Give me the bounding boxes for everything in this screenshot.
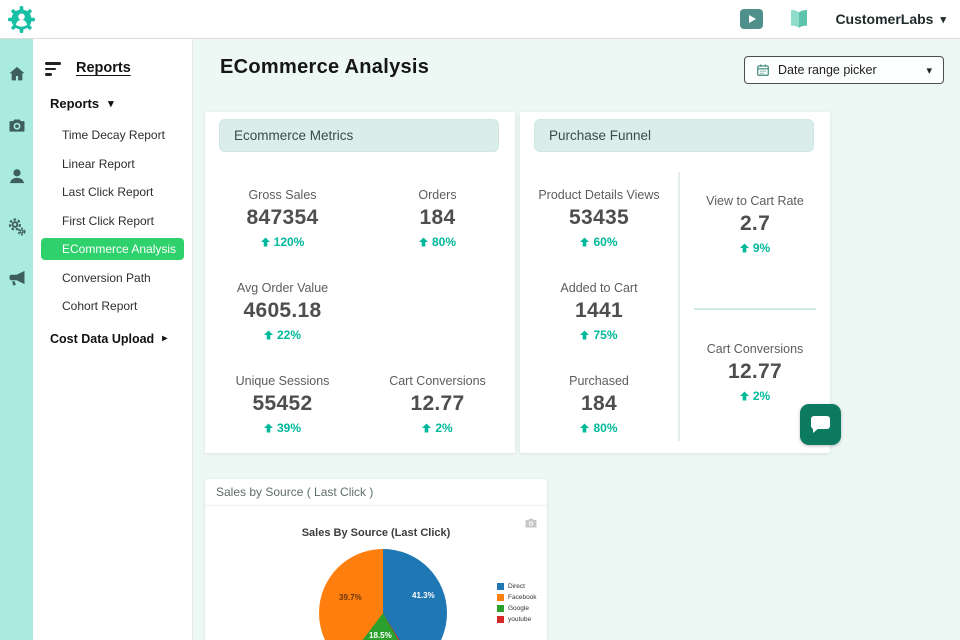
- topbar: CustomerLabs ▾: [0, 0, 960, 39]
- date-range-picker[interactable]: Date range picker ▾: [744, 56, 944, 84]
- sidebar-item-first-click-report[interactable]: First Click Report: [33, 210, 192, 232]
- legend-swatch: [497, 616, 504, 623]
- sales-by-source-card: Sales by Source ( Last Click ) Sales By …: [205, 479, 547, 640]
- sidebar-item-time-decay-report[interactable]: Time Decay Report: [33, 124, 192, 146]
- legend-swatch: [497, 583, 504, 590]
- legend-item-direct[interactable]: Direct: [497, 583, 537, 590]
- up-arrow-icon: [580, 330, 590, 340]
- sidebar-item-cohort-report[interactable]: Cohort Report: [33, 295, 192, 317]
- campaigns-megaphone-icon[interactable]: [6, 267, 27, 288]
- camera-icon[interactable]: [6, 114, 27, 135]
- chat-bubble-icon: [811, 416, 830, 433]
- stat-view-to-cart-rate: View to Cart Rate 2.7 9%: [706, 194, 804, 255]
- chevron-down-icon: ▾: [926, 64, 932, 77]
- stat-empty: [360, 281, 515, 374]
- up-arrow-icon: [580, 423, 590, 433]
- reports-sidebar: Reports Reports ▾ Time Decay Report Line…: [33, 39, 193, 640]
- account-menu[interactable]: CustomerLabs ▾: [835, 11, 946, 27]
- sidebar-item-ecommerce-analysis[interactable]: ECommerce Analysis: [41, 238, 184, 260]
- slice-label-direct: 41.3%: [412, 591, 435, 600]
- stat-avg-order-value: Avg Order Value 4605.18 22%: [236, 281, 329, 342]
- legend-swatch: [497, 594, 504, 601]
- chevron-right-icon: ▸: [162, 333, 168, 344]
- up-arrow-icon: [739, 243, 749, 253]
- customerlabs-logo[interactable]: [7, 5, 36, 34]
- stat-gross-sales: Gross Sales 847354 120%: [246, 188, 319, 249]
- report-list: Time Decay Report Linear Report Last Cli…: [33, 111, 192, 317]
- account-name: CustomerLabs: [835, 11, 934, 27]
- up-arrow-icon: [422, 423, 432, 433]
- home-icon[interactable]: [6, 63, 27, 84]
- page-title: ECommerce Analysis: [220, 56, 430, 78]
- chart-legend: Direct Facebook Google youtube: [497, 583, 537, 627]
- stat-unique-sessions: Unique Sessions 55452 39%: [235, 374, 330, 435]
- sidebar-item-cost-data-upload[interactable]: Cost Data Upload ▸: [33, 324, 192, 346]
- up-arrow-icon: [418, 237, 428, 247]
- up-arrow-icon: [739, 391, 749, 401]
- horizontal-divider: [694, 308, 816, 310]
- pie[interactable]: 41.3% 39.7% 18.5%: [319, 549, 447, 640]
- ecommerce-metrics-card: Ecommerce Metrics Gross Sales 847354 120…: [205, 112, 515, 453]
- stat-product-details-views: Product Details Views 53435 60%: [538, 188, 660, 249]
- download-plot-camera-icon[interactable]: [525, 515, 537, 533]
- chat-widget-button[interactable]: [800, 404, 841, 445]
- audience-icon[interactable]: [6, 165, 27, 186]
- stat-cart-conversions: Cart Conversions 12.77 2%: [389, 374, 486, 435]
- sidebar-item-conversion-path[interactable]: Conversion Path: [33, 267, 192, 289]
- stat-purchased: Purchased 184 80%: [569, 374, 629, 435]
- slice-label-facebook: 39.7%: [339, 593, 362, 602]
- panel-title-reports[interactable]: Reports: [76, 60, 131, 76]
- legend-item-google[interactable]: Google: [497, 605, 537, 612]
- up-arrow-icon: [580, 237, 590, 247]
- card-title: Purchase Funnel: [534, 119, 814, 152]
- stat-added-to-cart: Added to Cart 1441 75%: [560, 281, 638, 342]
- chevron-down-icon: ▾: [108, 98, 114, 110]
- stat-orders: Orders 184 80%: [418, 188, 457, 249]
- purchase-funnel-card: Purchase Funnel Product Details Views 53…: [520, 112, 830, 453]
- sidebar-item-last-click-report[interactable]: Last Click Report: [33, 181, 192, 203]
- settings-gears-icon[interactable]: [6, 216, 27, 237]
- docs-book-icon[interactable]: [787, 8, 811, 30]
- slice-label-google: 18.5%: [369, 631, 392, 640]
- calendar-icon: [757, 64, 769, 76]
- up-arrow-icon: [263, 330, 273, 340]
- card-title: Ecommerce Metrics: [219, 119, 499, 152]
- reports-group-toggle[interactable]: Reports ▾: [33, 76, 192, 111]
- up-arrow-icon: [260, 237, 270, 247]
- icon-rail: [0, 39, 33, 640]
- chevron-down-icon: ▾: [940, 13, 946, 26]
- sort-filter-icon[interactable]: [45, 60, 61, 76]
- date-range-label: Date range picker: [778, 63, 877, 77]
- main-content: ECommerce Analysis Date range picker ▾ E…: [193, 39, 960, 640]
- sidebar-item-linear-report[interactable]: Linear Report: [33, 153, 192, 175]
- legend-item-youtube[interactable]: youtube: [497, 616, 537, 623]
- legend-swatch: [497, 605, 504, 612]
- legend-item-facebook[interactable]: Facebook: [497, 594, 537, 601]
- stat-cart-conversions-funnel: Cart Conversions 12.77 2%: [706, 342, 804, 403]
- tutorial-video-icon[interactable]: [740, 9, 764, 29]
- app-window: CustomerLabs ▾ Reports Reports ▾ Time De…: [0, 0, 960, 640]
- chart-title: Sales By Source (Last Click): [301, 527, 451, 539]
- chart-card-header: Sales by Source ( Last Click ): [205, 479, 547, 506]
- up-arrow-icon: [263, 423, 273, 433]
